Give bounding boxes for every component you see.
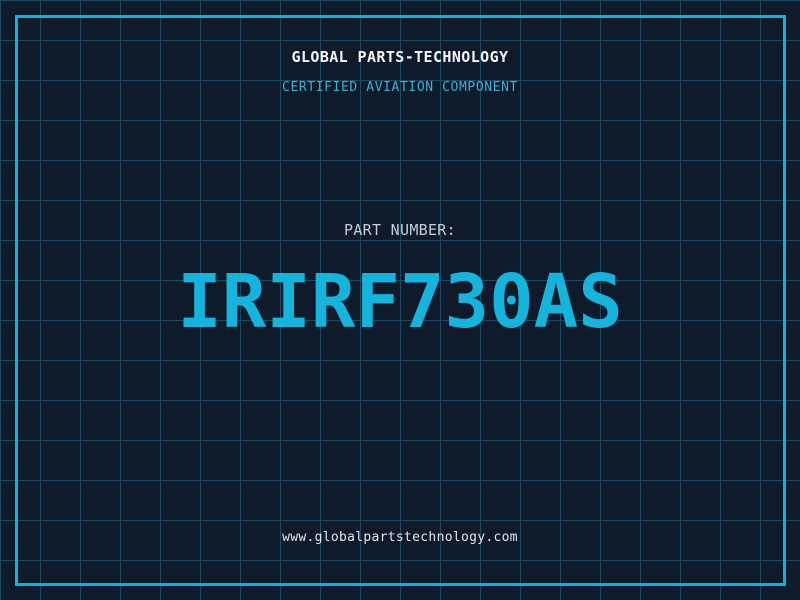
certification-tagline: CERTIFIED AVIATION COMPONENT bbox=[282, 80, 518, 95]
website-url: www.globalpartstechnology.com bbox=[282, 530, 518, 545]
part-number-value: IRIRF730AS bbox=[177, 259, 623, 345]
company-name: GLOBAL PARTS-TECHNOLOGY bbox=[291, 48, 509, 66]
part-certificate-page: GLOBAL PARTS-TECHNOLOGY CERTIFIED AVIATI… bbox=[0, 0, 800, 600]
part-number-label: PART NUMBER: bbox=[344, 221, 456, 239]
